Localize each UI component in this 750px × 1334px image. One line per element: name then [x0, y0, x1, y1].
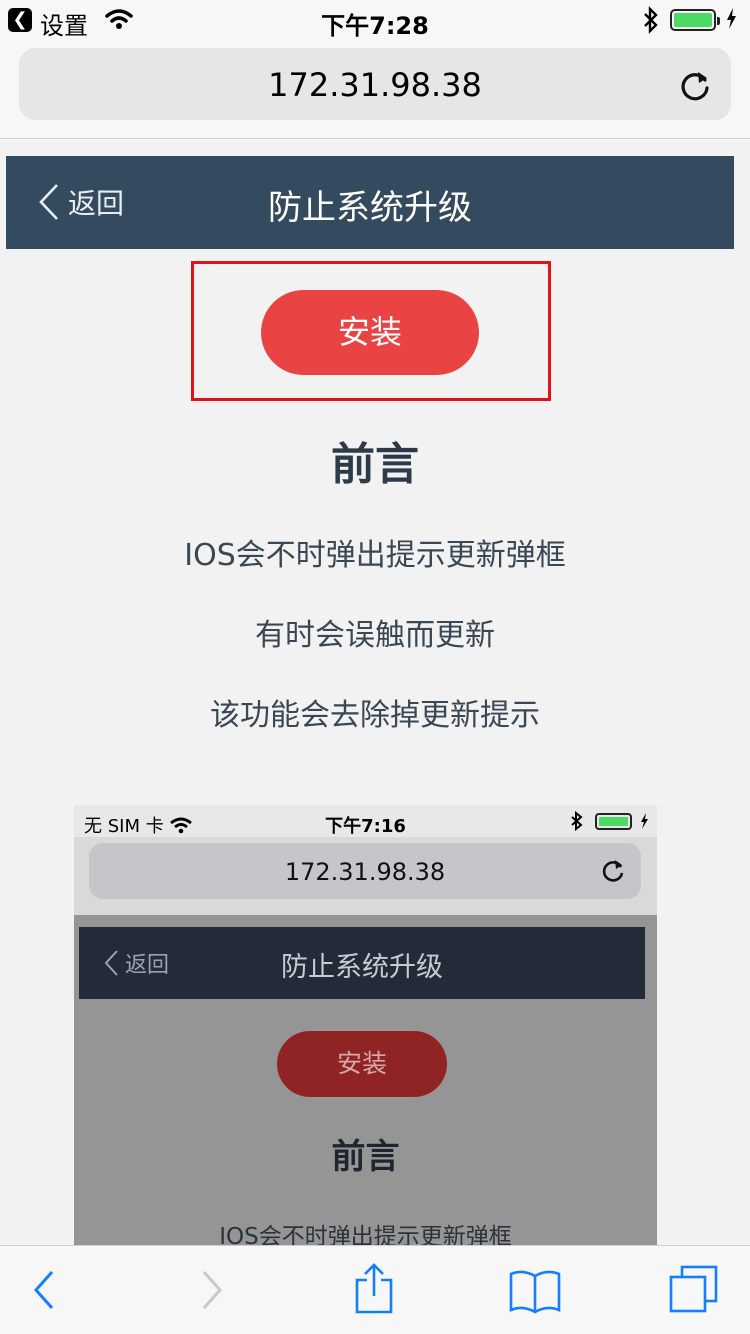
address-bar[interactable]: 172.31.98.38 — [19, 48, 731, 120]
section-heading: 前言 — [331, 439, 419, 490]
forward-icon[interactable] — [198, 1268, 226, 1316]
page-title: 防止系统升级 — [268, 188, 472, 228]
web-page: 返回 防止系统升级 安装 前言 IOS会不时弹出提示更新弹框 有时会误触而更新 … — [0, 140, 750, 1245]
example-screenshot: 无 SIM 卡 下午7:16 172.31.98.38 返回 防止系统升级 安装… — [74, 805, 657, 1245]
battery-icon — [670, 9, 720, 31]
back-icon[interactable] — [30, 1268, 58, 1316]
bluetooth-icon — [570, 810, 584, 836]
browser-toolbar — [0, 1245, 750, 1334]
tabs-icon[interactable] — [668, 1264, 720, 1318]
screenshot-browser-bar: 172.31.98.38 — [74, 837, 657, 915]
battery-icon — [595, 813, 632, 830]
charging-icon — [639, 811, 649, 836]
charging-icon — [724, 4, 738, 38]
reload-icon[interactable] — [679, 66, 713, 108]
browser-divider — [0, 138, 750, 139]
screenshot-address-bar: 172.31.98.38 — [89, 843, 641, 899]
screenshot-title: 防止系统升级 — [281, 952, 443, 983]
share-icon[interactable] — [353, 1262, 395, 1318]
page-navbar: 返回 防止系统升级 — [6, 156, 734, 249]
paragraph-1: IOS会不时弹出提示更新弹框 — [184, 538, 566, 573]
screenshot-install-button: 安装 — [277, 1031, 447, 1097]
screenshot-heading: 前言 — [331, 1137, 400, 1177]
bluetooth-icon — [642, 6, 660, 40]
paragraph-3: 该功能会去除掉更新提示 — [210, 698, 540, 733]
screenshot-status-bar: 无 SIM 卡 下午7:16 — [74, 805, 657, 837]
screenshot-navbar: 返回 防止系统升级 — [79, 927, 645, 999]
url-text[interactable]: 172.31.98.38 — [19, 66, 731, 104]
status-time: 下午7:28 — [321, 12, 429, 40]
reload-icon — [601, 857, 627, 889]
screenshot-url: 172.31.98.38 — [284, 858, 446, 886]
screenshot-paragraph: IOS会不时弹出提示更新弹框 — [219, 1224, 512, 1245]
install-button[interactable]: 安装 — [261, 290, 479, 375]
status-bar: ❮ 设置 下午7:28 — [0, 0, 750, 40]
bookmarks-icon[interactable] — [508, 1268, 562, 1318]
screenshot-page: 返回 防止系统升级 安装 前言 IOS会不时弹出提示更新弹框 — [74, 915, 657, 1245]
paragraph-2: 有时会误触而更新 — [255, 618, 495, 653]
